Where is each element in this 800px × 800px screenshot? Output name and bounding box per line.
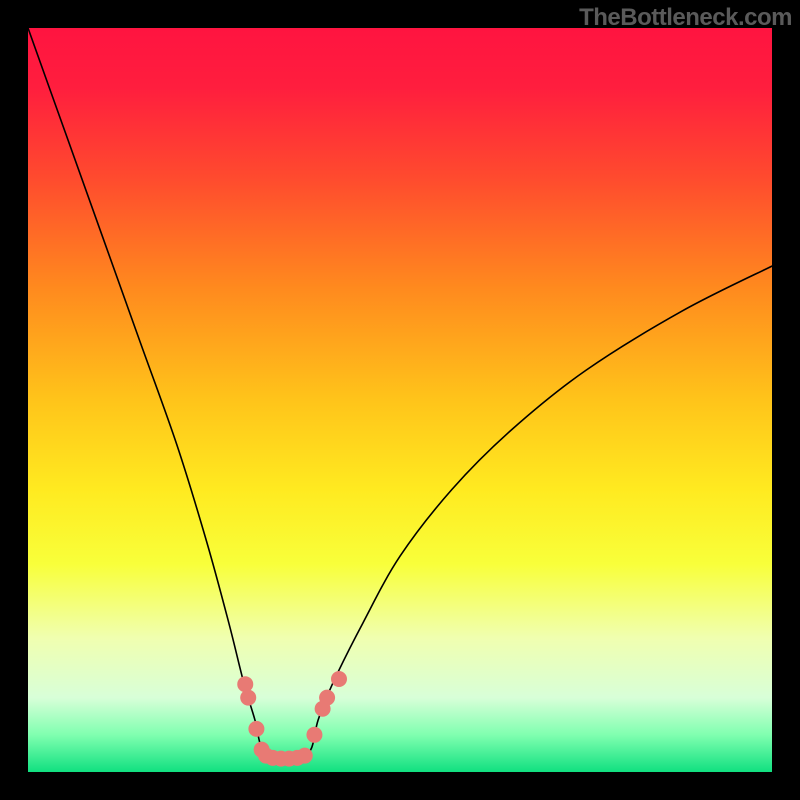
curve-marker bbox=[331, 671, 347, 687]
chart-frame: TheBottleneck.com bbox=[0, 0, 800, 800]
bottleneck-chart bbox=[28, 28, 772, 772]
curve-marker bbox=[248, 721, 264, 737]
curve-marker bbox=[297, 748, 313, 764]
curve-marker bbox=[237, 676, 253, 692]
chart-background bbox=[28, 28, 772, 772]
curve-marker bbox=[319, 690, 335, 706]
watermark-text: TheBottleneck.com bbox=[579, 4, 792, 32]
curve-marker bbox=[306, 727, 322, 743]
curve-marker bbox=[240, 690, 256, 706]
